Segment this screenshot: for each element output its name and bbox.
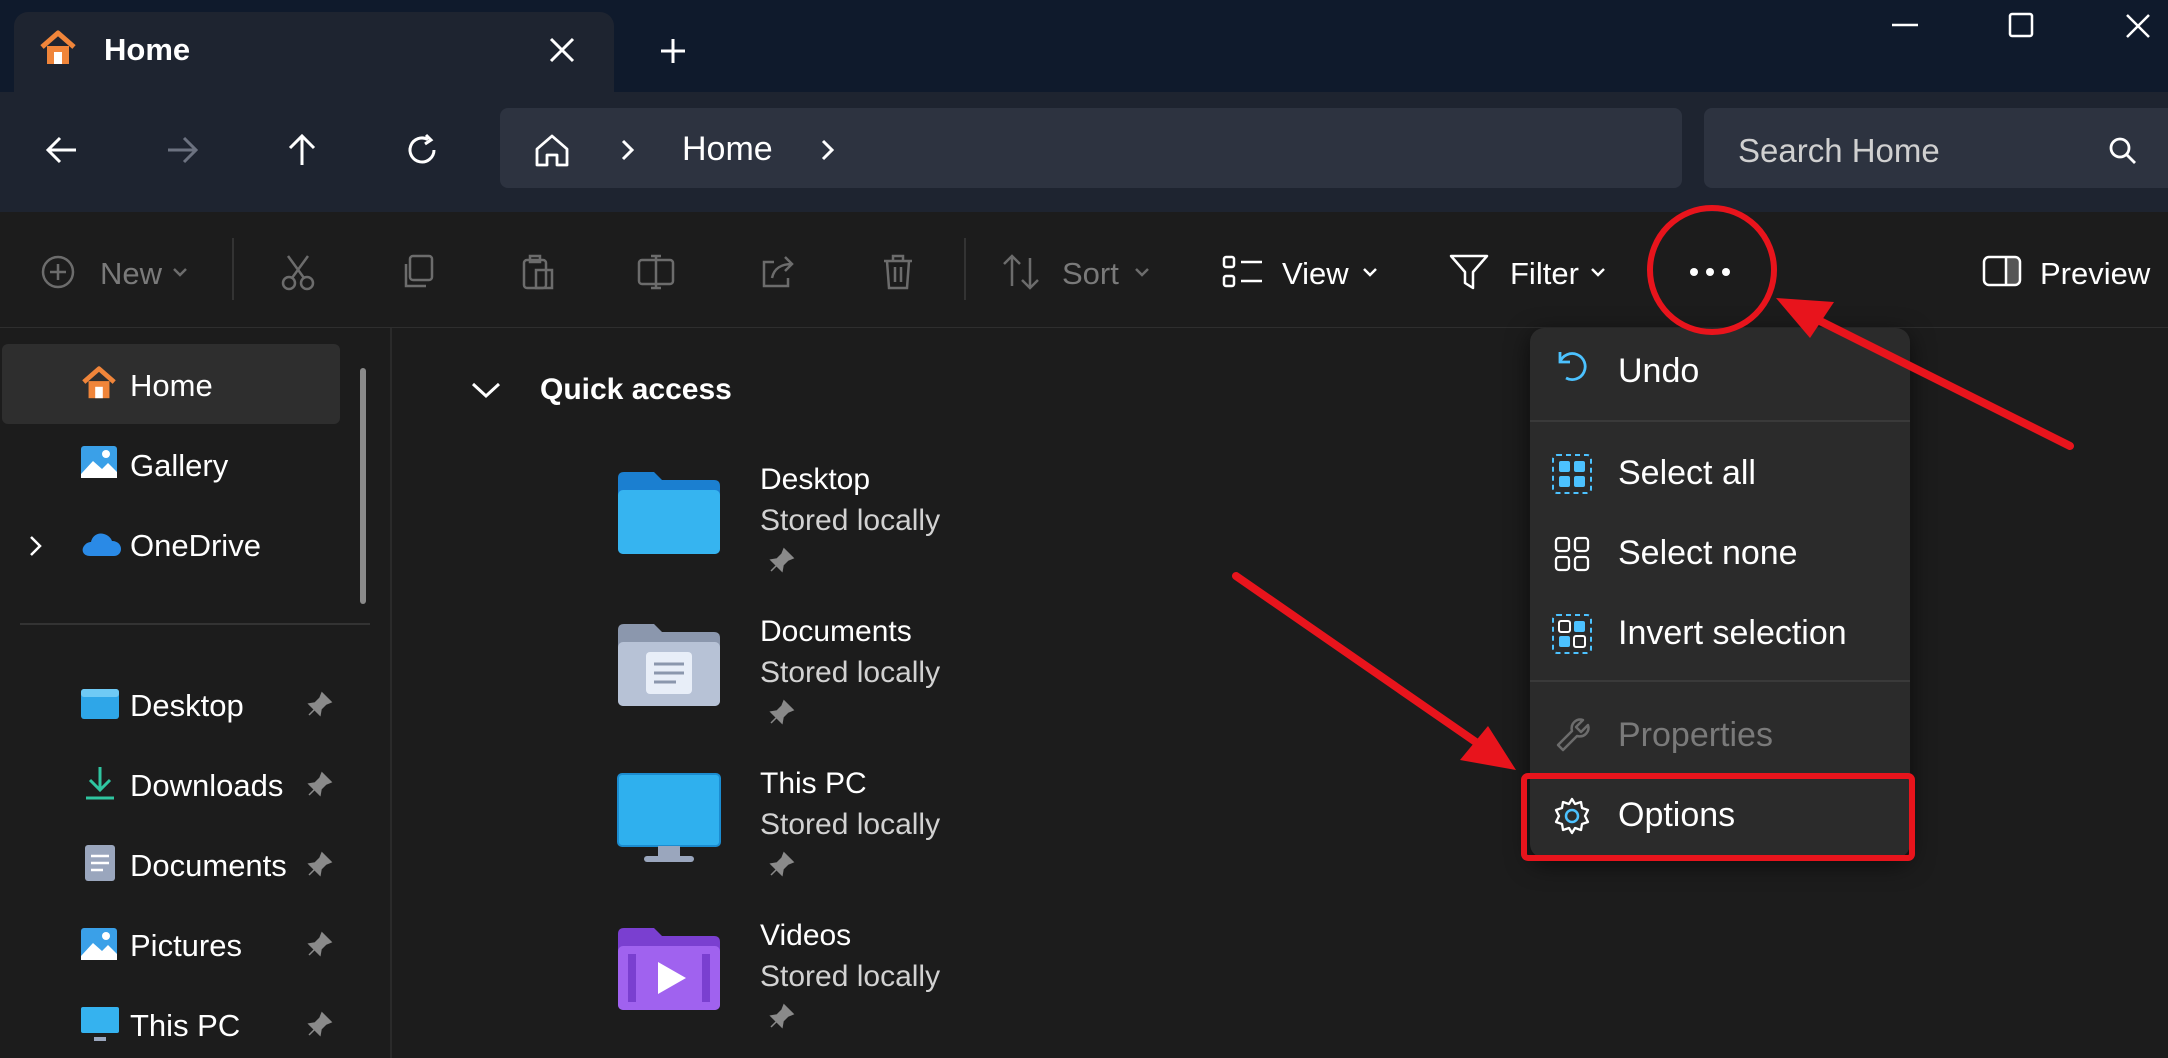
annotation-highlight-box bbox=[1521, 773, 1915, 861]
annotation-circle bbox=[1647, 205, 1777, 335]
annotation-arrowhead bbox=[1776, 298, 1834, 338]
annotation-arrow bbox=[1232, 572, 1500, 760]
annotation-overlay bbox=[1232, 205, 2074, 861]
annotation-arrow bbox=[1786, 302, 2074, 450]
